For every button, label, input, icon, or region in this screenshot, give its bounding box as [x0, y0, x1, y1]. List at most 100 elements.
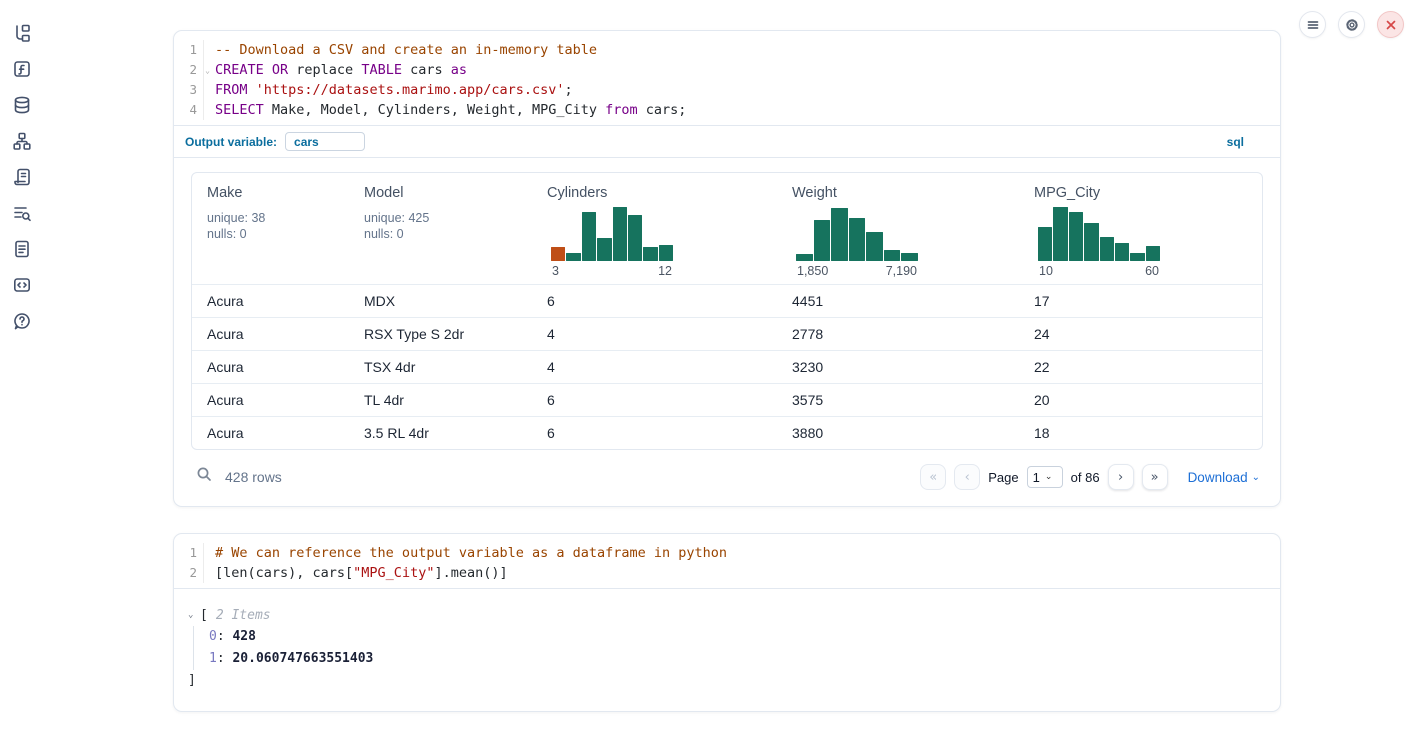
- code-line[interactable]: 3FROM 'https://datasets.marimo.app/cars.…: [174, 80, 1280, 100]
- table-row[interactable]: AcuraRSX Type S 2dr4277824: [192, 317, 1262, 350]
- column-histogram: 1,8507,190: [796, 207, 918, 278]
- tree-entry-key: 1: [209, 651, 217, 666]
- table-cell: 6: [532, 425, 777, 441]
- code-text: # We can reference the output variable a…: [204, 543, 727, 563]
- python-cell: 1# We can reference the output variable …: [173, 533, 1281, 712]
- histogram-bar[interactable]: [814, 220, 831, 261]
- histogram-bar[interactable]: [597, 238, 611, 261]
- histogram-bar[interactable]: [1038, 227, 1052, 261]
- documentation-file-icon[interactable]: [11, 238, 33, 260]
- column-histogram: 312: [551, 207, 673, 278]
- table-cell: 6: [532, 293, 777, 309]
- tree-entry-key: 0: [209, 629, 217, 644]
- table-cell: 24: [1019, 326, 1262, 342]
- help-question-icon[interactable]: [11, 310, 33, 332]
- column-header-mpg_city[interactable]: MPG_City1060: [1019, 185, 1262, 278]
- sql-cell-output: Makeunique: 38nulls: 0 Model unique: 425nu…: [174, 157, 1280, 506]
- code-line[interactable]: 4SELECT Make, Model, Cylinders, Weight, …: [174, 100, 1280, 120]
- table-row[interactable]: AcuraMDX6445117: [192, 284, 1262, 317]
- column-header-make[interactable]: Makeunique: 38nulls: 0: [192, 185, 349, 278]
- last-page-button[interactable]: »: [1142, 464, 1168, 490]
- table-cell: Acura: [192, 392, 349, 408]
- column-header-cylinders[interactable]: Cylinders 312: [532, 185, 777, 278]
- histogram-bar[interactable]: [796, 254, 813, 261]
- close-icon[interactable]: [1377, 11, 1404, 38]
- column-stats: unique: 425nulls: 0: [364, 210, 532, 242]
- scratchpad-scroll-icon[interactable]: [11, 166, 33, 188]
- menu-icon[interactable]: [1299, 11, 1326, 38]
- histogram-bar[interactable]: [582, 212, 596, 261]
- histogram-bar[interactable]: [849, 218, 866, 261]
- histogram-bar[interactable]: [659, 245, 673, 261]
- code-line[interactable]: 1# We can reference the output variable …: [174, 543, 1280, 563]
- histogram-bar[interactable]: [1130, 253, 1144, 261]
- histogram-bar[interactable]: [551, 247, 565, 261]
- dependency-graph-icon[interactable]: [11, 130, 33, 152]
- column-header-weight[interactable]: Weight 1,8507,190: [777, 185, 1019, 278]
- column-header-model[interactable]: Model unique: 425nulls: 0: [349, 185, 532, 278]
- sql-code-editor[interactable]: 1-- Download a CSV and create an in-memo…: [174, 31, 1280, 125]
- output-variable-bar: Output variable: sql: [174, 125, 1280, 157]
- file-explorer-tree-icon[interactable]: [11, 22, 33, 44]
- column-name: MPG_City: [1034, 185, 1262, 201]
- histogram-bar[interactable]: [866, 232, 883, 261]
- python-code-editor[interactable]: 1# We can reference the output variable …: [174, 534, 1280, 588]
- line-number: 2⌄: [174, 60, 204, 80]
- tree-entry: 0: 428: [209, 626, 1264, 648]
- variables-function-icon[interactable]: [11, 58, 33, 80]
- next-page-button[interactable]: ›: [1108, 464, 1134, 490]
- histogram-axis: 1,8507,190: [796, 264, 918, 278]
- histogram-bar[interactable]: [643, 247, 657, 261]
- table-cell: 4451: [777, 293, 1019, 309]
- histogram-bar[interactable]: [901, 253, 918, 261]
- table-row[interactable]: AcuraTL 4dr6357520: [192, 383, 1262, 416]
- histogram-bar[interactable]: [628, 215, 642, 261]
- histogram-bar[interactable]: [1053, 207, 1067, 261]
- first-page-button[interactable]: «: [920, 464, 946, 490]
- table-row[interactable]: AcuraTSX 4dr4323022: [192, 350, 1262, 383]
- histogram-bar[interactable]: [1146, 246, 1160, 261]
- fold-chevron-icon[interactable]: ⌄: [205, 61, 210, 81]
- column-name: Model: [364, 185, 532, 201]
- histogram-bar[interactable]: [566, 253, 580, 261]
- pagination: « ‹ Page 1 ⌄ of 86 › » Download ⌄: [920, 464, 1260, 490]
- table-cell: 3230: [777, 359, 1019, 375]
- prev-page-button[interactable]: ‹: [954, 464, 980, 490]
- datasources-database-icon[interactable]: [11, 94, 33, 116]
- line-number: 1: [174, 40, 204, 60]
- snippets-code-icon[interactable]: [11, 274, 33, 296]
- code-line[interactable]: 2⌄CREATE OR replace TABLE cars as: [174, 60, 1280, 80]
- table-cell: 2778: [777, 326, 1019, 342]
- histogram-bar[interactable]: [1069, 212, 1083, 261]
- histogram-axis: 312: [551, 264, 673, 278]
- table-of-contents-search-icon[interactable]: [11, 202, 33, 224]
- collapse-chevron-icon[interactable]: ⌄: [188, 605, 200, 626]
- language-chip[interactable]: sql: [1227, 135, 1244, 149]
- page-select[interactable]: 1 ⌄: [1027, 466, 1063, 488]
- chevron-down-icon: ⌄: [1252, 472, 1260, 483]
- column-name: Cylinders: [547, 185, 777, 201]
- tree-entries: 0: 4281: 20.060747663551403: [193, 626, 1264, 670]
- settings-gear-icon[interactable]: [1338, 11, 1365, 38]
- column-name: Weight: [792, 185, 1019, 201]
- histogram-bar[interactable]: [884, 250, 901, 261]
- table-row[interactable]: Acura3.5 RL 4dr6388018: [192, 416, 1262, 449]
- histogram-bar[interactable]: [831, 208, 848, 261]
- histogram-bar[interactable]: [1084, 223, 1098, 261]
- table-cell: 3880: [777, 425, 1019, 441]
- open-bracket: [: [200, 605, 208, 626]
- output-variable-input[interactable]: [285, 132, 365, 151]
- download-button[interactable]: Download ⌄: [1188, 470, 1260, 485]
- histogram-bar[interactable]: [1115, 243, 1129, 261]
- histogram-bar[interactable]: [1100, 237, 1114, 261]
- table-cell: 4: [532, 359, 777, 375]
- histogram-bar[interactable]: [613, 207, 627, 261]
- tree-entry: 1: 20.060747663551403: [209, 648, 1264, 670]
- code-line[interactable]: 2[len(cars), cars["MPG_City"].mean()]: [174, 563, 1280, 583]
- code-line[interactable]: 1-- Download a CSV and create an in-memo…: [174, 40, 1280, 60]
- left-sidebar: [0, 0, 44, 729]
- table-cell: Acura: [192, 326, 349, 342]
- close-bracket: ]: [188, 670, 1264, 691]
- search-icon[interactable]: [196, 466, 213, 488]
- line-number: 1: [174, 543, 204, 563]
